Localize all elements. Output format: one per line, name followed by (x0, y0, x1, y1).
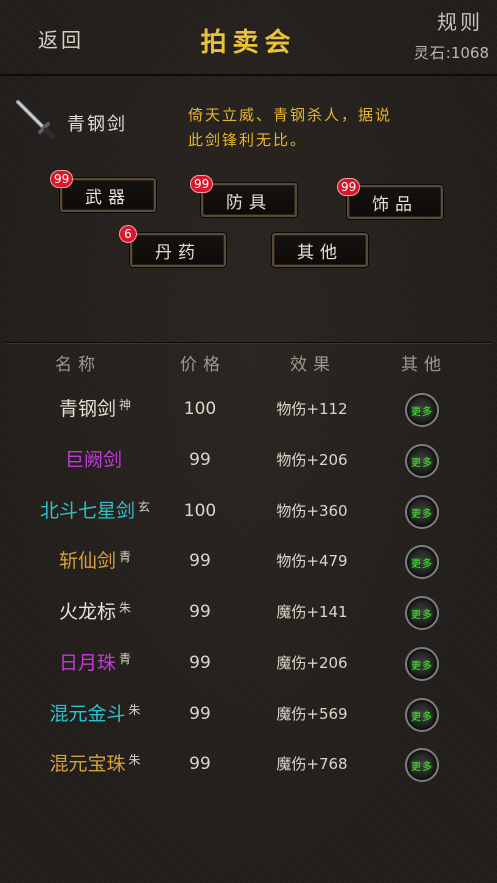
sword-icon (16, 100, 56, 140)
item-price: 99 (189, 551, 211, 571)
item-name-cell: 巨阙剑 (20, 445, 170, 475)
item-tier-tag: 朱 (119, 601, 132, 615)
more-button[interactable]: 更多 (405, 545, 439, 579)
table-row: 青钢剑神 100 物伤+112 更多 (0, 393, 497, 444)
currency-label: 灵石 (413, 44, 446, 62)
more-button[interactable]: 更多 (405, 444, 439, 478)
more-button[interactable]: 更多 (405, 748, 439, 782)
more-button[interactable]: 更多 (405, 698, 439, 732)
more-button[interactable]: 更多 (405, 495, 439, 529)
column-header-name: 名称 (55, 355, 101, 375)
item-name-cell: 混元金斗朱 (20, 699, 170, 729)
item-price: 99 (189, 602, 211, 622)
item-tier-tag: 青 (119, 550, 132, 564)
category-armor-badge: 99 (190, 175, 214, 193)
item-effect: 魔伤+206 (276, 654, 348, 672)
item-name: 火龙标 (58, 601, 116, 623)
header: 返回 拍卖会 规则 灵石:1068 (0, 0, 497, 76)
item-name-cell: 青钢剑神 (20, 394, 170, 424)
column-header-price: 价格 (180, 355, 226, 375)
item-effect: 魔伤+141 (276, 603, 348, 621)
item-name-cell: 混元宝珠朱 (20, 749, 170, 779)
item-name: 混元金斗 (49, 703, 126, 725)
table-row: 巨阙剑 99 物伤+206 更多 (0, 444, 497, 495)
item-effect: 物伤+360 (276, 502, 348, 520)
item-price: 99 (189, 754, 211, 774)
table-row: 火龙标朱 99 魔伤+141 更多 (0, 596, 497, 647)
item-tier-tag: 青 (119, 652, 132, 666)
currency-display: 灵石:1068 (414, 42, 489, 63)
rules-button[interactable]: 规则 (437, 6, 483, 35)
item-name-cell: 日月珠青 (20, 648, 170, 678)
category-other-button[interactable]: 其他 (272, 233, 368, 267)
item-effect: 魔伤+569 (276, 705, 348, 723)
table-row: 混元宝珠朱 99 魔伤+768 更多 (0, 748, 497, 799)
column-header-effect: 效果 (290, 355, 336, 375)
description-line: 此剑锋利无比。 (188, 131, 308, 149)
category-accessory-badge: 99 (337, 178, 361, 196)
category-weapon-button[interactable]: 武器 (60, 178, 156, 212)
item-name: 混元宝珠 (49, 753, 126, 775)
item-name: 斩仙剑 (58, 550, 116, 572)
item-effect: 物伤+479 (276, 552, 348, 570)
item-price: 100 (183, 399, 217, 419)
item-price: 99 (189, 653, 211, 673)
app-frame: 返回 拍卖会 规则 灵石:1068 青钢剑 倚天立威、青钢杀人，据说 此剑锋利无… (0, 0, 497, 883)
table-row: 斩仙剑青 99 物伤+479 更多 (0, 545, 497, 596)
more-button[interactable]: 更多 (405, 596, 439, 630)
category-pills-badge: 6 (119, 225, 137, 243)
category-weapon-badge: 99 (50, 170, 74, 188)
selected-item-description: 倚天立威、青钢杀人，据说 此剑锋利无比。 (188, 103, 438, 153)
currency-value: :1068 (445, 44, 489, 62)
item-price: 99 (189, 704, 211, 724)
item-name-cell: 北斗七星剑玄 (20, 496, 170, 526)
more-button[interactable]: 更多 (405, 647, 439, 681)
item-effect: 物伤+112 (276, 400, 348, 418)
item-name: 青钢剑 (58, 398, 116, 420)
item-tier-tag: 朱 (128, 753, 141, 767)
section-divider (6, 342, 491, 344)
item-name: 北斗七星剑 (39, 500, 135, 522)
description-line: 倚天立威、青钢杀人，据说 (188, 106, 393, 124)
item-name: 日月珠 (58, 652, 116, 674)
item-effect: 魔伤+768 (276, 755, 348, 773)
table-row: 混元金斗朱 99 魔伤+569 更多 (0, 698, 497, 749)
more-button[interactable]: 更多 (405, 393, 439, 427)
item-tier-tag: 玄 (138, 500, 151, 514)
category-pills-button[interactable]: 丹药 (130, 233, 226, 267)
selected-item-name: 青钢剑 (67, 114, 127, 135)
category-armor-button[interactable]: 防具 (201, 183, 297, 217)
table-row: 日月珠青 99 魔伤+206 更多 (0, 647, 497, 698)
item-name-cell: 斩仙剑青 (20, 546, 170, 576)
item-effect: 物伤+206 (276, 451, 348, 469)
item-price: 100 (183, 501, 217, 521)
item-price: 99 (189, 450, 211, 470)
column-header-other: 其他 (401, 355, 447, 375)
item-name-cell: 火龙标朱 (20, 597, 170, 627)
table-row: 北斗七星剑玄 100 物伤+360 更多 (0, 495, 497, 546)
item-tier-tag: 神 (119, 398, 132, 412)
item-name: 巨阙剑 (64, 449, 122, 471)
item-tier-tag: 朱 (128, 703, 141, 717)
category-accessory-button[interactable]: 饰品 (347, 185, 443, 219)
